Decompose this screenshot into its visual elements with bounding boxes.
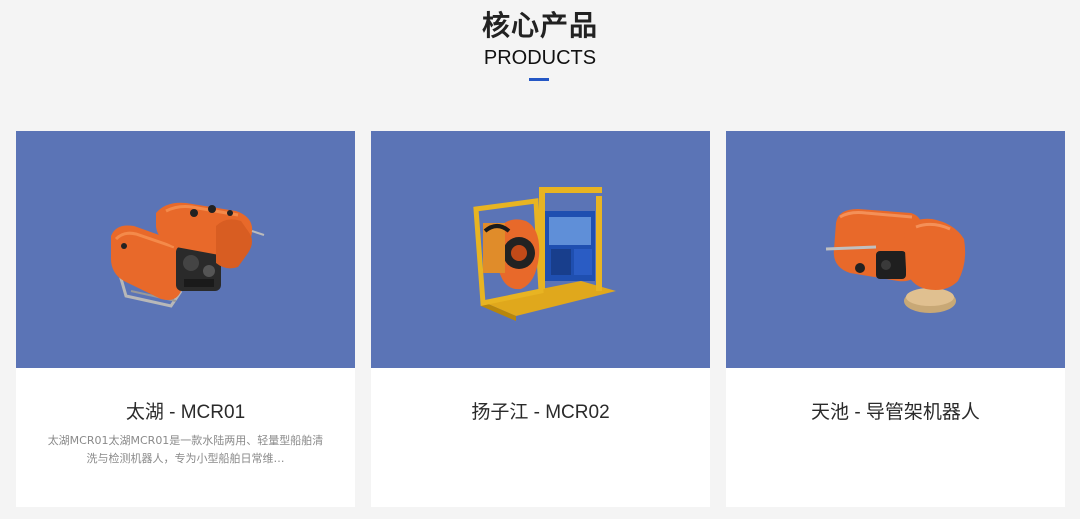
jacket-robot-with-brush-icon <box>825 209 966 313</box>
hydraulic-robot-with-frame-icon <box>473 187 616 321</box>
product-card-mcr02[interactable]: 扬子江 - MCR02 <box>371 131 710 507</box>
product-title[interactable]: 太湖 - MCR01 <box>16 401 355 425</box>
product-card-mcr01[interactable]: 太湖 - MCR01 太湖MCR01太湖MCR01是一款水陆两用、轻量型船舶清洗… <box>16 131 355 507</box>
product-title[interactable]: 扬子江 - MCR02 <box>371 401 710 425</box>
product-image[interactable] <box>16 131 355 368</box>
product-title[interactable]: 天池 - 导管架机器人 <box>726 401 1065 425</box>
product-description: 太湖MCR01太湖MCR01是一款水陆两用、轻量型船舶清洗与检测机器人，专为小型… <box>47 434 324 465</box>
title-underline <box>529 78 549 81</box>
product-image[interactable] <box>371 131 710 368</box>
section-title: 核心产品 <box>481 9 598 42</box>
amphibious-cleaning-robot-icon <box>110 202 265 308</box>
product-image[interactable] <box>726 131 1065 368</box>
product-card-tianchi[interactable]: 天池 - 导管架机器人 <box>726 131 1065 507</box>
section-subtitle: PRODUCTS <box>483 47 597 69</box>
